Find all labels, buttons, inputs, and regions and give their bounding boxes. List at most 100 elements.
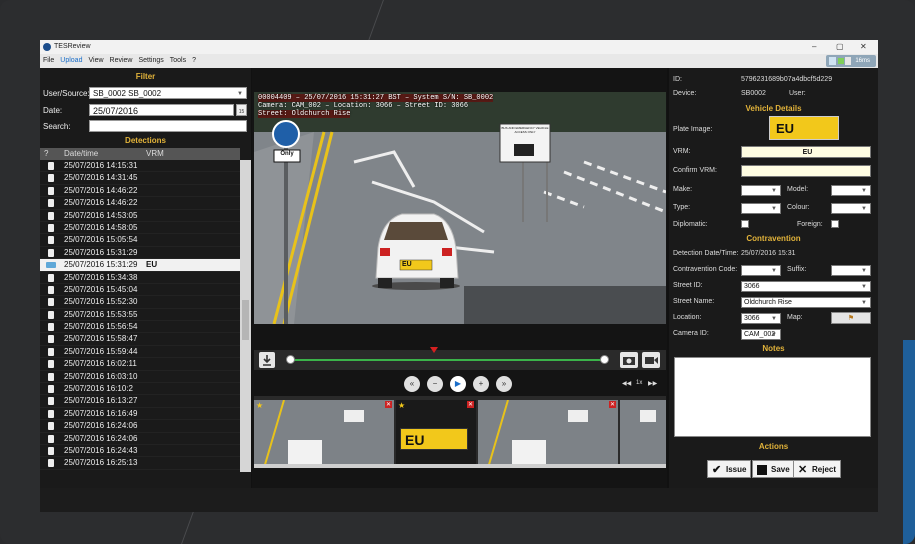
detection-datetime: 25/07/2016 15:53:55 [64, 309, 138, 319]
type-select[interactable]: ▼ [741, 203, 781, 214]
speed-up-icon[interactable]: ▶▶ [648, 380, 657, 387]
detection-row[interactable]: 25/07/2016 15:31:29 EU [40, 259, 240, 272]
download-icon [263, 355, 271, 366]
thumbnail-plate[interactable]: EU ★ ✕ [396, 400, 476, 468]
timeline-end-handle[interactable] [600, 355, 609, 364]
detection-row[interactable]: 25/07/2016 14:46:22 [40, 197, 240, 210]
diplomatic-checkbox[interactable] [741, 220, 749, 228]
remove-thumbnail-icon[interactable]: ✕ [466, 401, 474, 408]
app-window: TESReview – ▢ ✕ File Upload View Review Sett… [40, 40, 878, 512]
document-icon [48, 285, 54, 294]
chevron-down-icon: ▼ [861, 284, 867, 290]
map-button[interactable]: ⚑ [831, 312, 871, 324]
detection-row[interactable]: 25/07/2016 15:34:38 [40, 272, 240, 284]
date-field[interactable]: 25/07/2016 [89, 104, 234, 116]
thumbnail-1[interactable]: ★ ✕ [254, 400, 394, 468]
detection-row[interactable]: 25/07/2016 14:46:22 [40, 185, 240, 198]
camera-id-select[interactable]: CAM_002 ▼ [741, 329, 781, 340]
detection-row[interactable]: 25/07/2016 15:05:54 [40, 234, 240, 247]
snapshot-button[interactable] [620, 352, 638, 368]
detection-row[interactable]: 25/07/2016 15:59:44 [40, 346, 240, 359]
reject-button[interactable]: ✕ Reject [793, 460, 842, 478]
column-vrm[interactable]: VRM [146, 148, 164, 160]
minimize-button[interactable]: – [812, 40, 816, 54]
menu-help[interactable]: ? [189, 54, 199, 68]
detection-row[interactable]: 25/07/2016 14:58:05 [40, 222, 240, 235]
remove-thumbnail-icon[interactable]: ✕ [384, 401, 392, 408]
street-id-select[interactable]: 3066 ▼ [741, 281, 871, 292]
suffix-select[interactable]: ▼ [831, 265, 871, 276]
thumbnail-scrollbar[interactable] [254, 464, 666, 468]
timer-value: 16ms [855, 58, 870, 64]
detections-scrollbar[interactable] [240, 160, 251, 472]
document-icon [48, 446, 54, 455]
detection-row[interactable]: 25/07/2016 15:53:55 [40, 309, 240, 322]
timeline-track[interactable] [288, 359, 604, 361]
street-name-select[interactable]: Oldchurch Rise ▼ [741, 297, 871, 308]
confirm-vrm-field[interactable] [741, 165, 871, 177]
playhead-marker[interactable] [430, 347, 438, 353]
search-input[interactable] [89, 120, 247, 132]
detection-row[interactable]: 25/07/2016 14:31:45 [40, 172, 240, 185]
notes-textarea[interactable] [674, 357, 871, 437]
detection-row[interactable]: 25/07/2016 14:15:31 [40, 160, 240, 173]
model-select[interactable]: ▼ [831, 185, 871, 196]
download-button[interactable] [259, 352, 275, 368]
thumbnail-2[interactable]: ✕ [478, 400, 618, 468]
scrollbar-thumb[interactable] [242, 300, 249, 340]
detection-row[interactable]: 25/07/2016 15:56:54 [40, 321, 240, 334]
menu-view[interactable]: View [85, 54, 106, 68]
record-button[interactable] [642, 352, 660, 368]
detection-row[interactable]: 25/07/2016 15:52:30 [40, 296, 240, 309]
step-forward-button[interactable]: + [473, 376, 489, 392]
detection-row[interactable]: 25/07/2016 16:02:11 [40, 358, 240, 371]
column-datetime[interactable]: Date/time [64, 148, 98, 160]
video-player[interactable]: 00004409 – 25/07/2016 15:31:27 BST – Sys… [254, 92, 666, 324]
detection-row[interactable]: 25/07/2016 16:24:06 [40, 433, 240, 445]
star-icon[interactable]: ★ [398, 401, 405, 410]
detection-row[interactable]: 25/07/2016 16:24:06 [40, 420, 240, 433]
detection-datetime: 25/07/2016 15:31:29 [64, 247, 138, 257]
detection-row[interactable]: 25/07/2016 16:10:2 [40, 383, 240, 396]
menu-file[interactable]: File [40, 54, 57, 68]
sign-bus-text: BUS AND EMERGENCY VEHICLE ACCESS ONLY [501, 126, 549, 134]
vrm-field[interactable]: EU [741, 146, 871, 158]
detection-row[interactable]: 25/07/2016 16:13:27 [40, 395, 240, 408]
remove-thumbnail-icon[interactable]: ✕ [608, 401, 616, 408]
speed-down-icon[interactable]: ◀◀ [622, 380, 631, 387]
foreign-checkbox[interactable] [831, 220, 839, 228]
issue-button[interactable]: ✔ Issue [707, 460, 752, 478]
detection-row[interactable]: 25/07/2016 15:58:47 [40, 333, 240, 346]
detection-row[interactable]: 25/07/2016 16:25:13 [40, 457, 240, 470]
thumbnail-3[interactable] [620, 400, 666, 468]
location-select[interactable]: 3066 ▼ [741, 313, 781, 324]
detection-row[interactable]: 25/07/2016 16:16:49 [40, 408, 240, 421]
menu-settings[interactable]: Settings [135, 54, 166, 68]
fast-forward-button[interactable]: » [496, 376, 512, 392]
detection-row[interactable]: 25/07/2016 15:45:04 [40, 284, 240, 297]
colour-select[interactable]: ▼ [831, 203, 871, 214]
close-button[interactable]: ✕ [860, 40, 867, 54]
play-button[interactable]: ▶ [450, 376, 466, 392]
detection-row[interactable]: 25/07/2016 15:31:29 [40, 247, 240, 260]
maximize-button[interactable]: ▢ [836, 40, 844, 54]
calendar-day: 15 [238, 109, 245, 115]
user-source-select[interactable]: SB_0002 SB_0002 ▼ [89, 87, 247, 99]
contravention-code-select[interactable]: ▼ [741, 265, 781, 276]
detection-row[interactable]: 25/07/2016 16:24:43 [40, 445, 240, 458]
menu-review[interactable]: Review [107, 54, 136, 68]
step-back-button[interactable]: − [427, 376, 443, 392]
calendar-icon[interactable]: 15 [236, 104, 247, 116]
rewind-button[interactable]: « [404, 376, 420, 392]
detection-row[interactable]: 25/07/2016 14:53:05 [40, 210, 240, 222]
save-button[interactable]: Save [752, 460, 795, 478]
menu-tools[interactable]: Tools [167, 54, 189, 68]
detection-row[interactable]: 25/07/2016 16:03:10 [40, 371, 240, 384]
document-icon [48, 310, 54, 319]
make-select[interactable]: ▼ [741, 185, 781, 196]
timeline-start-handle[interactable] [286, 355, 295, 364]
star-icon[interactable]: ★ [256, 401, 263, 410]
column-status[interactable]: ? [44, 148, 48, 160]
document-icon [48, 162, 54, 170]
menu-upload[interactable]: Upload [57, 54, 85, 68]
